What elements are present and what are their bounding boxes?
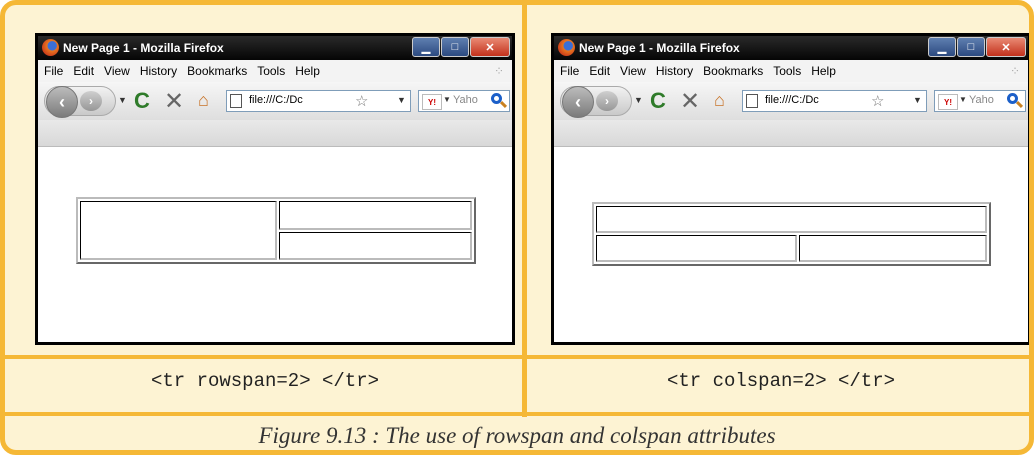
title-bar: New Page 1 - Mozilla Firefox ▁ □ ✕ (38, 36, 512, 60)
row-divider (5, 355, 1029, 359)
minimize-icon[interactable]: ▁ (412, 37, 440, 57)
home-icon[interactable]: ⌂ (198, 90, 209, 111)
menu-bookmarks[interactable]: Bookmarks (187, 64, 247, 78)
bookmark-star-icon[interactable]: ☆ (355, 92, 368, 110)
page-icon (230, 94, 242, 108)
bookmark-star-icon[interactable]: ☆ (871, 92, 884, 110)
yahoo-icon[interactable]: Y! (422, 94, 442, 110)
table-cell (798, 235, 987, 262)
menu-history[interactable]: History (656, 64, 693, 78)
firefox-icon (558, 39, 575, 56)
firefox-icon (42, 39, 59, 56)
left-panel: New Page 1 - Mozilla Firefox ▁ □ ✕ File … (15, 15, 519, 355)
tab-strip (38, 120, 512, 147)
history-dropdown-icon[interactable]: ▼ (118, 95, 127, 105)
row-divider (5, 412, 1029, 416)
maximize-icon[interactable]: □ (441, 37, 469, 57)
colspan-code-label: <tr colspan=2> </tr> (666, 370, 896, 392)
window-controls: ▁ □ ✕ (928, 37, 1026, 57)
menu-view[interactable]: View (104, 64, 130, 78)
search-box[interactable]: Y! ▼ Yaho (418, 90, 510, 112)
forward-arrow-icon[interactable]: › (80, 91, 102, 111)
browser-window-left: New Page 1 - Mozilla Firefox ▁ □ ✕ File … (35, 33, 515, 345)
throbber-icon: ⁘ (493, 64, 504, 78)
minimize-icon[interactable]: ▁ (928, 37, 956, 57)
menu-file[interactable]: File (44, 64, 63, 78)
close-icon[interactable]: ✕ (986, 37, 1026, 57)
table-cell (80, 201, 277, 260)
colspan-table (592, 202, 991, 266)
page-content (38, 147, 512, 342)
rowspan-table (76, 197, 476, 264)
stop-icon[interactable]: ✕ (164, 87, 184, 116)
right-panel: New Page 1 - Mozilla Firefox ▁ □ ✕ File … (531, 15, 1029, 355)
menu-view[interactable]: View (620, 64, 646, 78)
menu-tools[interactable]: Tools (257, 64, 285, 78)
page-icon (746, 94, 758, 108)
window-controls: ▁ □ ✕ (412, 37, 510, 57)
tab-strip (554, 120, 1028, 147)
search-engine-dropdown-icon[interactable]: ▼ (443, 95, 451, 104)
search-placeholder: Yaho (969, 94, 994, 106)
rowspan-code-label: <tr rowspan=2> </tr> (150, 370, 380, 392)
back-arrow-icon[interactable]: ‹ (46, 86, 78, 118)
menu-edit[interactable]: Edit (589, 64, 610, 78)
reload-icon[interactable]: C (134, 88, 150, 114)
yahoo-icon[interactable]: Y! (938, 94, 958, 110)
search-engine-dropdown-icon[interactable]: ▼ (959, 95, 967, 104)
menu-bookmarks[interactable]: Bookmarks (703, 64, 763, 78)
menu-file[interactable]: File (560, 64, 579, 78)
url-dropdown-icon[interactable]: ▼ (913, 95, 922, 105)
history-dropdown-icon[interactable]: ▼ (634, 95, 643, 105)
search-icon[interactable] (491, 93, 502, 104)
close-icon[interactable]: ✕ (470, 37, 510, 57)
menu-bar: File Edit View History Bookmarks Tools H… (554, 60, 1028, 82)
menu-edit[interactable]: Edit (73, 64, 94, 78)
home-icon[interactable]: ⌂ (714, 90, 725, 111)
menu-help[interactable]: Help (295, 64, 320, 78)
back-arrow-icon[interactable]: ‹ (562, 86, 594, 118)
window-title: New Page 1 - Mozilla Firefox (579, 41, 740, 55)
table-cell (279, 201, 472, 230)
navigation-toolbar: ‹ › ▼ C ✕ ⌂ file:///C:/Dc ☆ ▼ Y! ▼ Yaho (554, 82, 1028, 120)
table-cell (596, 206, 987, 233)
throbber-icon: ⁘ (1009, 64, 1020, 78)
table-cell (596, 235, 797, 262)
navigation-toolbar: ‹ › ▼ C ✕ ⌂ file:///C:/Dc ☆ ▼ Y! ▼ Yaho (38, 82, 512, 120)
menu-bar: File Edit View History Bookmarks Tools H… (38, 60, 512, 82)
search-placeholder: Yaho (453, 94, 478, 106)
title-bar: New Page 1 - Mozilla Firefox ▁ □ ✕ (554, 36, 1028, 60)
url-bar[interactable]: file:///C:/Dc ☆ ▼ (742, 90, 927, 112)
url-bar[interactable]: file:///C:/Dc ☆ ▼ (226, 90, 411, 112)
reload-icon[interactable]: C (650, 88, 666, 114)
forward-arrow-icon[interactable]: › (596, 91, 618, 111)
url-dropdown-icon[interactable]: ▼ (397, 95, 406, 105)
menu-help[interactable]: Help (811, 64, 836, 78)
url-text: file:///C:/Dc (249, 94, 303, 106)
figure-caption: Figure 9.13 : The use of rowspan and col… (258, 423, 776, 448)
browser-window-right: New Page 1 - Mozilla Firefox ▁ □ ✕ File … (551, 33, 1029, 345)
page-content (554, 147, 1028, 342)
search-icon[interactable] (1007, 93, 1018, 104)
menu-history[interactable]: History (140, 64, 177, 78)
url-text: file:///C:/Dc (765, 94, 819, 106)
menu-tools[interactable]: Tools (773, 64, 801, 78)
stop-icon[interactable]: ✕ (680, 87, 700, 116)
search-box[interactable]: Y! ▼ Yaho (934, 90, 1026, 112)
figure-frame: New Page 1 - Mozilla Firefox ▁ □ ✕ File … (0, 0, 1034, 455)
window-title: New Page 1 - Mozilla Firefox (63, 41, 224, 55)
table-cell (279, 231, 472, 260)
maximize-icon[interactable]: □ (957, 37, 985, 57)
